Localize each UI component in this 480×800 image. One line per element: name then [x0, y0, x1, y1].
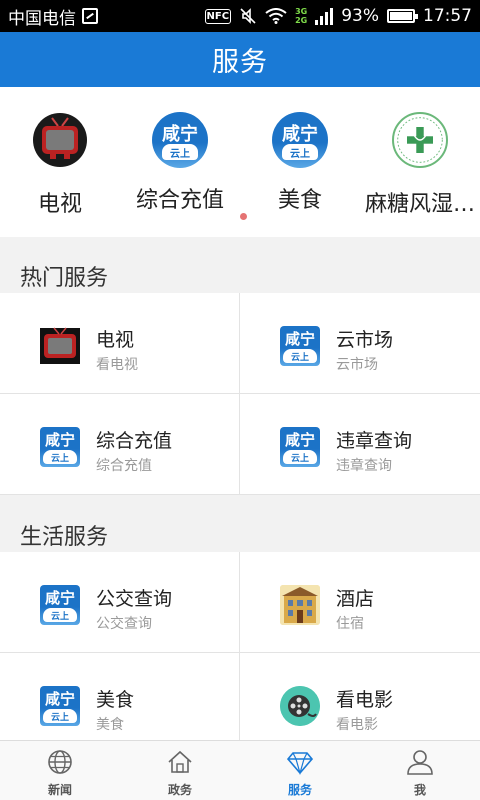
- tab-news[interactable]: 新闻: [0, 741, 120, 800]
- xianning-cloud-icon: 咸宁 云上: [272, 112, 328, 168]
- featured-services-carousel[interactable]: 电视 咸宁 云上 综合充值 咸宁 云上 美食 麻糖风湿…: [0, 87, 480, 237]
- carousel-item-label: 综合充值: [135, 188, 224, 213]
- service-desc: 住宿: [336, 616, 364, 632]
- carousel-item-label: 麻糖风湿…: [364, 192, 475, 217]
- tv-icon: [40, 327, 80, 364]
- service-desc: 违章查询: [336, 458, 392, 474]
- service-hotel[interactable]: 酒店 住宿: [240, 552, 480, 653]
- carousel-item-label: 电视: [37, 192, 82, 217]
- battery-percent: 93%: [341, 6, 379, 26]
- service-movies[interactable]: 看电影 看电影: [240, 653, 480, 740]
- service-desc: 看电影: [336, 717, 378, 733]
- xianning-cloud-icon: 咸宁 云上: [40, 585, 80, 625]
- clock: 17:57: [423, 6, 472, 26]
- xianning-cloud-icon: 咸宁 云上: [280, 326, 320, 366]
- tv-icon: [33, 113, 87, 167]
- service-desc: 综合充值: [96, 458, 152, 474]
- tab-me[interactable]: 我: [360, 741, 480, 800]
- page-title: 服务: [212, 47, 268, 78]
- header-bar: 服务: [0, 32, 480, 87]
- service-traffic-violation[interactable]: 咸宁 云上 违章查询 违章查询: [240, 394, 480, 495]
- service-food[interactable]: 咸宁 云上 美食 美食: [0, 653, 240, 740]
- carousel-item-food[interactable]: 咸宁 云上 美食: [240, 112, 360, 214]
- hotel-icon: [280, 585, 320, 625]
- service-name: 云市场: [336, 329, 394, 351]
- service-desc: 云市场: [336, 357, 378, 373]
- service-recharge[interactable]: 咸宁 云上 综合充值 综合充值: [0, 394, 240, 495]
- life-services-grid: 咸宁 云上 公交查询 公交查询 酒店 住宿 咸宁 云上 美食 美食 看电影 看电…: [0, 552, 480, 740]
- xianning-cloud-icon: 咸宁 云上: [40, 427, 80, 467]
- user-icon: [407, 750, 433, 775]
- globe-icon: [48, 750, 72, 774]
- wifi-icon: [265, 8, 287, 24]
- xianning-cloud-icon: 咸宁 云上: [152, 112, 208, 168]
- tab-label: 服务: [287, 783, 312, 797]
- nfc-icon: NFC: [204, 8, 232, 24]
- film-reel-icon: [280, 686, 320, 726]
- medical-cross-logo-icon: [392, 112, 448, 168]
- page-indicator-dot: [240, 213, 247, 220]
- service-tv[interactable]: 电视 看电视: [0, 293, 240, 394]
- service-name: 公交查询: [96, 588, 173, 610]
- home-icon: [168, 750, 192, 773]
- carousel-item-hospital[interactable]: 麻糖风湿…: [360, 112, 480, 218]
- service-name: 酒店: [336, 588, 375, 610]
- tab-services[interactable]: 服务: [240, 741, 360, 800]
- service-name: 综合充值: [96, 430, 173, 452]
- sim-icon: [82, 8, 98, 24]
- hot-services-grid: 电视 看电视 咸宁 云上 云市场 云市场 咸宁 云上 综合充值 综合充值 咸宁 …: [0, 293, 480, 495]
- service-desc: 美食: [96, 717, 124, 733]
- tab-government[interactable]: 政务: [120, 741, 240, 800]
- section-title-life: 生活服务: [20, 525, 109, 550]
- bottom-tab-bar: 新闻 政务 服务 我: [0, 740, 480, 800]
- tab-label: 政务: [167, 783, 192, 797]
- signal-strength-icon: [315, 7, 334, 25]
- vibrate-off-icon: [240, 8, 256, 24]
- service-desc: 公交查询: [96, 616, 152, 632]
- carousel-item-recharge[interactable]: 咸宁 云上 综合充值: [120, 112, 240, 214]
- service-cloud-market[interactable]: 咸宁 云上 云市场 云市场: [240, 293, 480, 394]
- service-name: 看电影: [336, 689, 394, 711]
- tab-label: 我: [413, 783, 426, 797]
- xianning-cloud-icon: 咸宁 云上: [40, 686, 80, 726]
- carousel-item-tv[interactable]: 电视: [0, 112, 120, 218]
- service-desc: 看电视: [96, 357, 138, 373]
- diamond-icon: [286, 752, 314, 776]
- xianning-cloud-icon: 咸宁 云上: [280, 427, 320, 467]
- status-bar: 中国电信 NFC 3G 2G 93% 17:57: [0, 0, 480, 32]
- carrier-name: 中国电信: [8, 8, 76, 29]
- battery-icon: [387, 9, 418, 23]
- service-bus-query[interactable]: 咸宁 云上 公交查询 公交查询: [0, 552, 240, 653]
- service-name: 违章查询: [336, 430, 413, 452]
- service-name: 美食: [96, 689, 135, 711]
- tab-label: 新闻: [47, 783, 72, 797]
- network-type-icon: 3G 2G: [295, 7, 308, 25]
- service-name: 电视: [96, 329, 135, 351]
- section-title-hot: 热门服务: [20, 266, 109, 291]
- carousel-item-label: 美食: [277, 188, 322, 213]
